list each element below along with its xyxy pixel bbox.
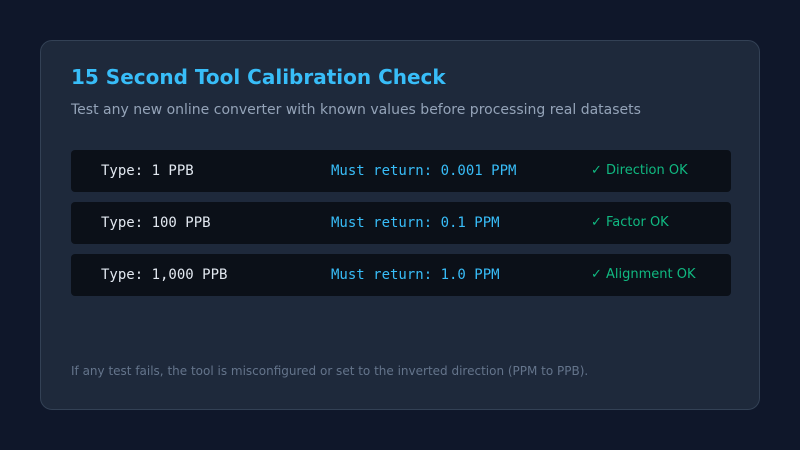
test-row: Type: 100 PPB Must return: 0.1 PPM ✓ Fac… [71, 202, 731, 244]
test-input: Type: 1 PPB [101, 163, 194, 179]
test-expected: Must return: 1.0 PPM [331, 267, 500, 283]
test-status: ✓ Alignment OK [591, 267, 696, 282]
card-subtitle: Test any new online converter with known… [71, 102, 641, 118]
card-title: 15 Second Tool Calibration Check [71, 65, 446, 89]
test-row: Type: 1 PPB Must return: 0.001 PPM ✓ Dir… [71, 150, 731, 192]
test-status: ✓ Direction OK [591, 163, 688, 178]
test-input: Type: 1,000 PPB [101, 267, 228, 283]
test-expected: Must return: 0.1 PPM [331, 215, 500, 231]
test-status: ✓ Factor OK [591, 215, 669, 230]
calibration-card: 15 Second Tool Calibration Check Test an… [40, 40, 760, 410]
footnote: If any test fails, the tool is misconfig… [71, 364, 589, 378]
test-expected: Must return: 0.001 PPM [331, 163, 517, 179]
test-input: Type: 100 PPB [101, 215, 211, 231]
test-row: Type: 1,000 PPB Must return: 1.0 PPM ✓ A… [71, 254, 731, 296]
